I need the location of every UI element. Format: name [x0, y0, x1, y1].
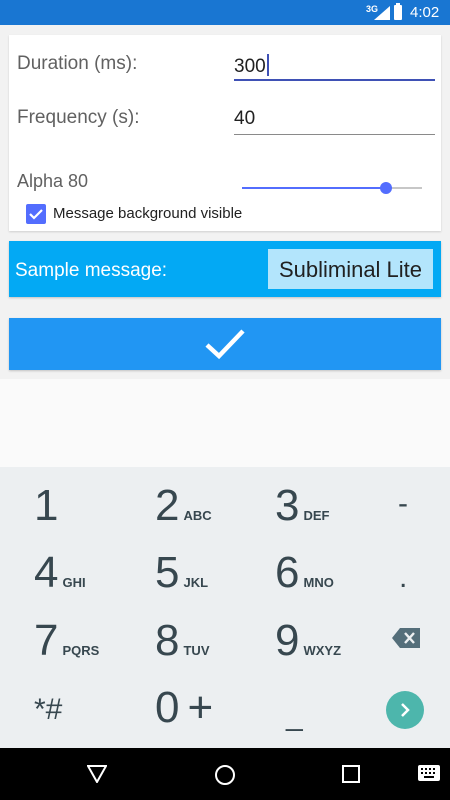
settings-card: Duration (ms): 300 Frequency (s): 40 Alp…: [9, 35, 441, 231]
navigation-bar: [0, 748, 450, 800]
home-icon[interactable]: [214, 764, 236, 786]
key-8[interactable]: 8 TUV: [155, 619, 209, 663]
background-visible-label: Message background visible: [53, 205, 243, 222]
key-letters: JKL: [183, 575, 209, 590]
key-2[interactable]: 2 ABC: [155, 484, 212, 528]
back-icon[interactable]: [87, 765, 107, 783]
key-symbol: -: [398, 487, 408, 520]
key-digit: 9: [275, 616, 300, 665]
frequency-label: Frequency (s):: [17, 107, 140, 128]
alpha-slider[interactable]: [242, 182, 422, 194]
sample-message-bar: Sample message: Subliminal Lite: [9, 241, 441, 297]
key-period[interactable]: .: [399, 561, 407, 595]
key-letters: WXYZ: [303, 643, 342, 658]
key-digit: 5: [155, 548, 180, 597]
confirm-button[interactable]: [9, 318, 441, 370]
key-digit: 2: [155, 481, 180, 530]
key-digit: 7: [34, 616, 59, 665]
slider-fill: [242, 187, 386, 189]
text-cursor: [266, 54, 269, 76]
sample-message-label: Sample message:: [15, 260, 168, 281]
clock: 4:02: [410, 4, 440, 21]
keyboard-icon[interactable]: [418, 765, 440, 781]
key-symbol: .: [399, 561, 408, 594]
key-digit: 4: [34, 548, 59, 597]
key-3[interactable]: 3 DEF: [275, 484, 329, 528]
duration-input[interactable]: 300: [234, 43, 435, 81]
signal-icon: [374, 6, 390, 20]
key-plus: +: [187, 683, 214, 732]
backspace-icon[interactable]: [392, 628, 420, 648]
duration-value: 300: [234, 56, 266, 77]
key-star-hash[interactable]: *#: [34, 693, 62, 727]
key-letters: TUV: [183, 643, 210, 658]
key-7[interactable]: 7 PQRS: [34, 619, 99, 663]
checkmark-icon: [29, 209, 43, 220]
key-letters: PQRS: [62, 643, 100, 658]
key-symbol: _: [286, 699, 303, 732]
duration-label: Duration (ms):: [17, 53, 138, 74]
key-letters: MNO: [303, 575, 334, 590]
frequency-input[interactable]: 40: [234, 97, 435, 135]
key-5[interactable]: 5 JKL: [155, 551, 208, 595]
key-digit: 8: [155, 616, 180, 665]
numeric-keypad: 1 2 ABC 3 DEF - 4 GHI 5 JKL 6 MNO . 7 PQRS 8 TU…: [0, 467, 450, 748]
chevron-right-icon: [401, 703, 410, 717]
alpha-label: Alpha 80: [17, 171, 89, 191]
key-digit: 6: [275, 548, 300, 597]
key-letters: DEF: [303, 508, 330, 523]
key-space[interactable]: _: [286, 699, 303, 733]
key-digit: 3: [275, 481, 300, 530]
key-digit: 0: [155, 683, 180, 732]
empty-content-area: [0, 379, 450, 467]
key-6[interactable]: 6 MNO: [275, 551, 334, 595]
check-icon: [205, 329, 245, 360]
frequency-value: 40: [234, 108, 256, 129]
key-9[interactable]: 9 WXYZ: [275, 619, 341, 663]
key-symbol: *#: [34, 693, 63, 726]
sample-message-preview[interactable]: Subliminal Lite: [268, 249, 433, 289]
key-letters: GHI: [62, 575, 86, 590]
background-visible-checkbox[interactable]: [26, 204, 46, 224]
battery-icon: [394, 3, 402, 20]
key-digit: 1: [34, 481, 59, 530]
recents-icon[interactable]: [342, 765, 360, 783]
key-minus[interactable]: -: [398, 487, 408, 521]
key-4[interactable]: 4 GHI: [34, 551, 86, 595]
enter-button[interactable]: [386, 691, 424, 729]
status-bar: 3G 4:02: [0, 0, 450, 25]
key-1[interactable]: 1: [34, 484, 58, 528]
key-0[interactable]: 0 +: [155, 686, 213, 730]
key-letters: ABC: [183, 508, 212, 523]
slider-thumb[interactable]: [380, 182, 392, 194]
